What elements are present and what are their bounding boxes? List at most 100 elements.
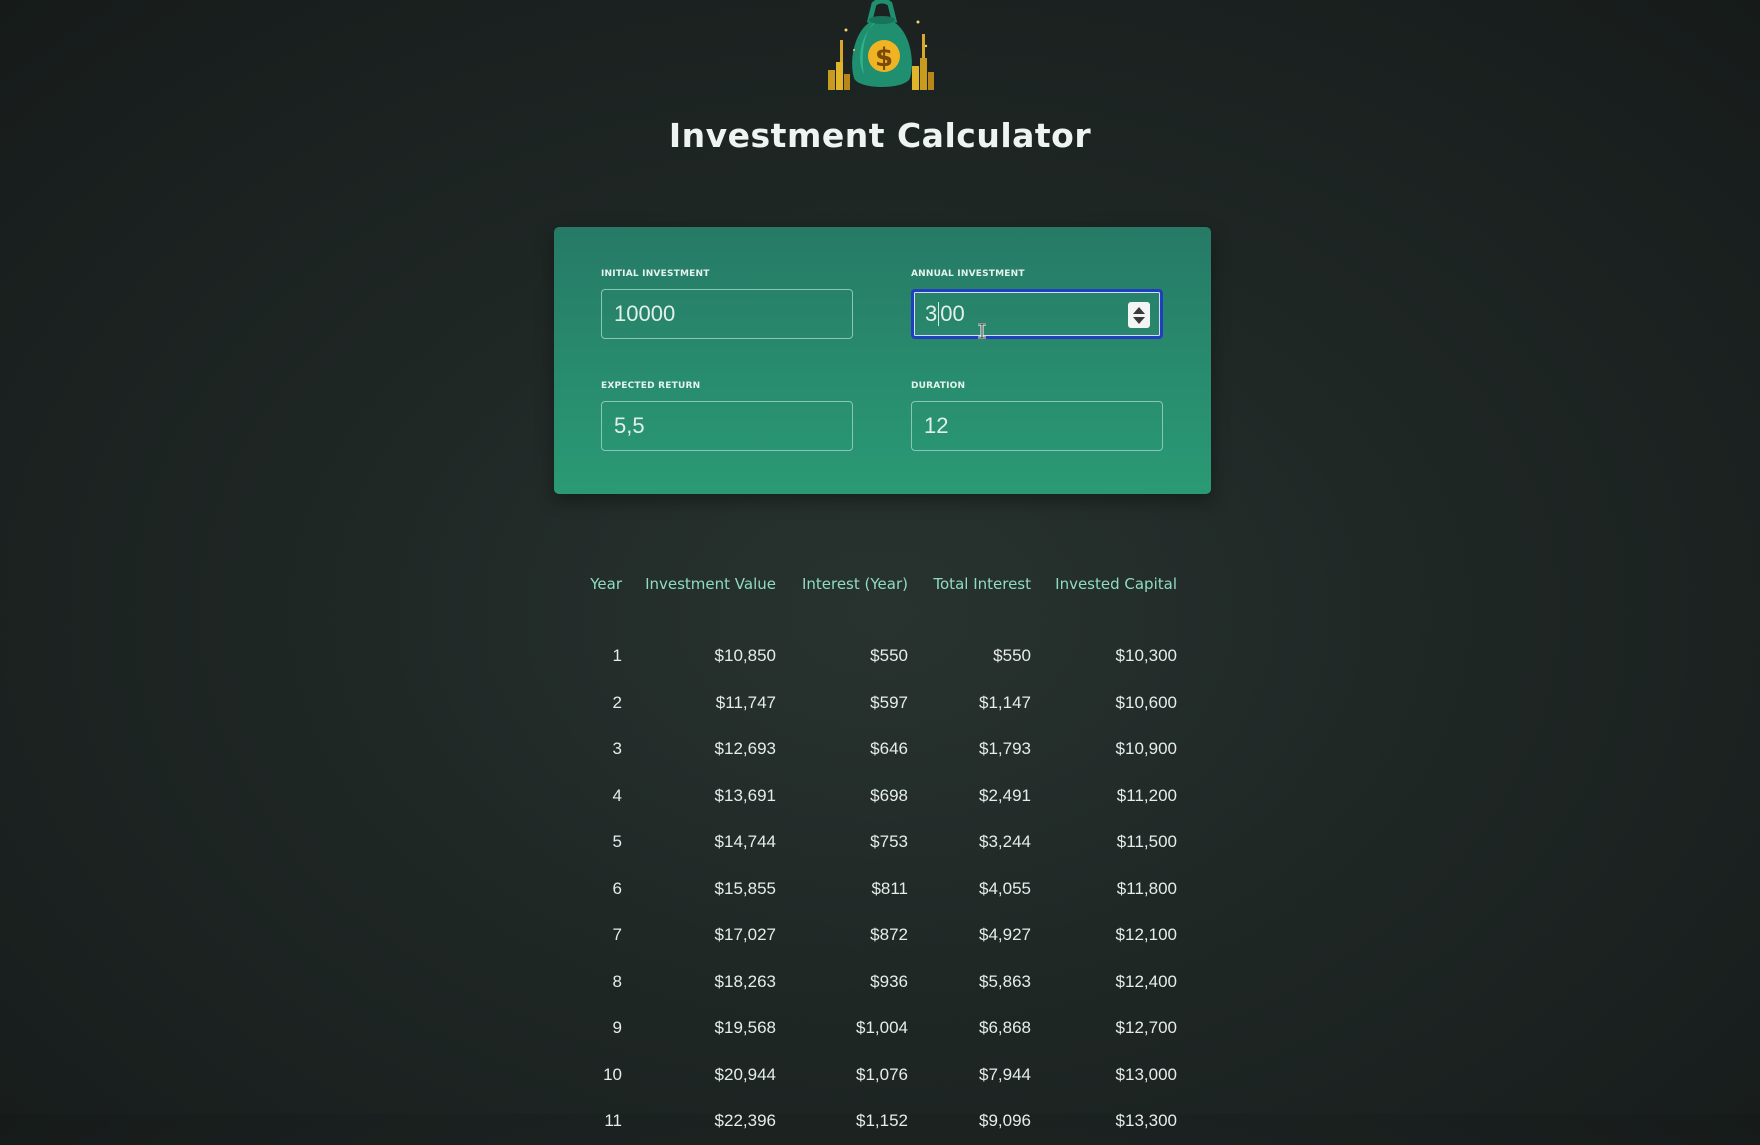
table-row: 6 $15,855 $811 $4,055 $11,800: [578, 866, 1177, 913]
cell-year: 4: [612, 785, 622, 805]
cell-total-interest: $550: [993, 646, 1031, 666]
annual-investment-label: ANNUAL INVESTMENT: [911, 269, 1025, 279]
cell-year: 5: [612, 832, 622, 852]
money-bag-icon: $: [828, 0, 934, 90]
table-row: 5 $14,744 $753 $3,244 $11,500: [578, 819, 1177, 866]
cell-investment-value: $14,744: [714, 832, 776, 852]
cell-interest-year: $550: [870, 646, 908, 666]
cell-investment-value: $10,850: [714, 646, 776, 666]
svg-text:$: $: [875, 43, 893, 73]
cell-year: 8: [612, 971, 622, 991]
table-row: 10 $20,944 $1,076 $7,944 $13,000: [578, 1052, 1177, 1099]
column-header-invested-capital: Invested Capital: [1055, 575, 1177, 593]
cell-interest-year: $1,004: [856, 1018, 908, 1038]
page-title: Investment Calculator: [668, 116, 1092, 155]
column-header-interest-year: Interest (Year): [801, 575, 908, 593]
cell-year: 11: [604, 1111, 622, 1131]
table-row: 8 $18,263 $936 $5,863 $12,400: [578, 959, 1177, 1006]
column-header-investment-value: Investment Value: [645, 575, 776, 593]
cell-interest-year: $753: [870, 832, 908, 852]
cell-invested-capital: $10,900: [1115, 739, 1177, 759]
annual-investment-value-before-caret: 3: [925, 301, 938, 326]
cell-interest-year: $646: [870, 739, 908, 759]
cell-interest-year: $1,152: [856, 1111, 908, 1131]
column-header-year: Year: [590, 575, 622, 593]
table-header-row: Year Investment Value Interest (Year) To…: [578, 575, 1177, 633]
cell-interest-year: $936: [870, 971, 908, 991]
cell-interest-year: $597: [870, 692, 908, 712]
cell-year: 9: [612, 1018, 622, 1038]
duration-field: DURATION 12: [911, 381, 1163, 451]
initial-investment-label: INITIAL INVESTMENT: [601, 269, 710, 279]
cell-total-interest: $1,793: [979, 739, 1031, 759]
duration-label: DURATION: [911, 381, 966, 391]
expected-return-input[interactable]: 5,5: [601, 401, 853, 451]
column-header-total-interest: Total Interest: [933, 575, 1031, 593]
initial-investment-value: 10000: [614, 301, 676, 326]
cell-interest-year: $698: [870, 785, 908, 805]
table-row: 1 $10,850 $550 $550 $10,300: [578, 633, 1177, 680]
cell-invested-capital: $12,100: [1115, 925, 1177, 945]
cell-total-interest: $4,055: [979, 878, 1031, 898]
cell-total-interest: $6,868: [979, 1018, 1031, 1038]
cell-invested-capital: $11,800: [1116, 878, 1177, 898]
expected-return-field: EXPECTED RETURN 5,5: [601, 381, 853, 451]
cell-investment-value: $19,568: [714, 1018, 776, 1038]
cell-investment-value: $15,855: [714, 878, 776, 898]
cell-investment-value: $22,396: [714, 1111, 776, 1131]
cell-year: 6: [612, 878, 622, 898]
cell-interest-year: $1,076: [856, 1064, 908, 1084]
table-row: 2 $11,747 $597 $1,147 $10,600: [578, 680, 1177, 727]
cell-year: 3: [612, 739, 622, 759]
cell-interest-year: $872: [870, 925, 908, 945]
spin-down-icon[interactable]: [1133, 316, 1145, 324]
input-panel: INITIAL INVESTMENT 10000 ANNUAL INVESTME…: [554, 227, 1211, 494]
cell-investment-value: $12,693: [714, 739, 776, 759]
text-cursor-icon: [978, 323, 986, 339]
cell-investment-value: $11,747: [715, 692, 776, 712]
cell-invested-capital: $10,300: [1115, 646, 1177, 666]
cell-total-interest: $5,863: [979, 971, 1031, 991]
table-row: 7 $17,027 $872 $4,927 $12,100: [578, 912, 1177, 959]
cell-total-interest: $9,096: [979, 1111, 1031, 1131]
cell-invested-capital: $10,600: [1115, 692, 1177, 712]
results-table: Year Investment Value Interest (Year) To…: [578, 575, 1177, 1145]
initial-investment-field: INITIAL INVESTMENT 10000: [601, 269, 853, 339]
cell-invested-capital: $11,200: [1116, 785, 1177, 805]
table-row: 3 $12,693 $646 $1,793 $10,900: [578, 726, 1177, 773]
cell-invested-capital: $13,000: [1115, 1064, 1177, 1084]
cell-invested-capital: $11,500: [1116, 832, 1177, 852]
cell-investment-value: $17,027: [714, 925, 776, 945]
cell-year: 10: [603, 1064, 622, 1084]
cell-year: 1: [612, 646, 622, 666]
cell-investment-value: $13,691: [714, 785, 776, 805]
annual-investment-field: ANNUAL INVESTMENT 3 00: [911, 269, 1163, 339]
cell-investment-value: $20,944: [714, 1064, 776, 1084]
cell-invested-capital: $13,300: [1115, 1111, 1177, 1131]
number-spinner: [1128, 302, 1150, 328]
annual-investment-value-after-caret: 00: [940, 301, 965, 326]
spin-up-icon[interactable]: [1133, 306, 1145, 314]
table-row: 9 $19,568 $1,004 $6,868 $12,700: [578, 1005, 1177, 1052]
cell-total-interest: $1,147: [979, 692, 1031, 712]
cell-year: 2: [612, 692, 622, 712]
cell-total-interest: $7,944: [979, 1064, 1031, 1084]
cell-year: 7: [612, 925, 622, 945]
cell-total-interest: $2,491: [979, 785, 1031, 805]
cell-invested-capital: $12,700: [1115, 1018, 1177, 1038]
cell-invested-capital: $12,400: [1115, 971, 1177, 991]
initial-investment-input[interactable]: 10000: [601, 289, 853, 339]
cell-investment-value: $18,263: [714, 971, 776, 991]
cell-total-interest: $3,244: [979, 832, 1031, 852]
cell-total-interest: $4,927: [979, 925, 1031, 945]
table-row: 4 $13,691 $698 $2,491 $11,200: [578, 773, 1177, 820]
table-row: 11 $22,396 $1,152 $9,096 $13,300: [578, 1098, 1177, 1145]
expected-return-value: 5,5: [614, 413, 645, 438]
cell-interest-year: $811: [871, 878, 908, 898]
duration-value: 12: [924, 413, 949, 438]
expected-return-label: EXPECTED RETURN: [601, 381, 701, 391]
annual-investment-input[interactable]: 3 00: [911, 289, 1163, 339]
duration-input[interactable]: 12: [911, 401, 1163, 451]
table-body: 1 $10,850 $550 $550 $10,300 2 $11,747 $597 $1,14…: [578, 633, 1177, 1145]
text-caret: [938, 302, 940, 326]
